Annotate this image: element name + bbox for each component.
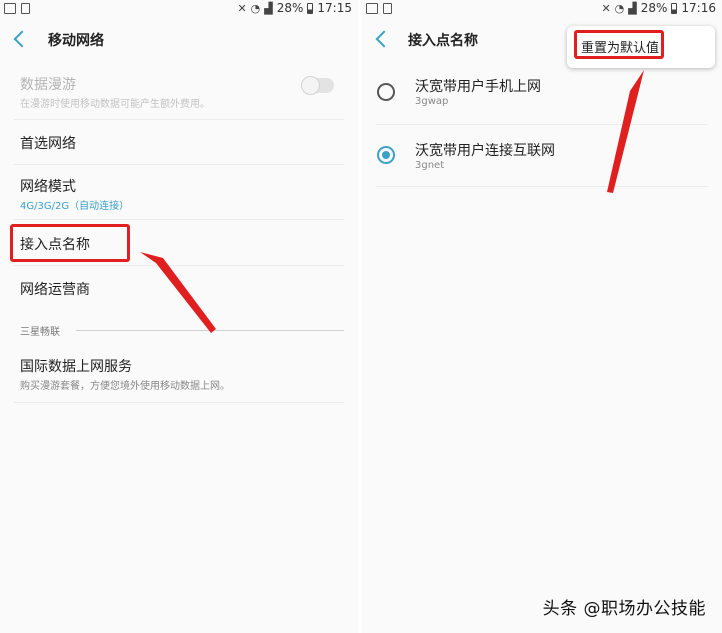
left-phone-screen: ✕ ◔ ▟ 28% 17:15 移动网络 数据漫游 在漫游时使用移动数据可能产生… <box>0 0 358 633</box>
watermark: 头条 @职场办公技能 <box>542 599 706 619</box>
right-phone-screen: ✕ ◔ ▟ 28% 17:16 接入点名称 沃宽带用户手机上网 3gwap 沃宽… <box>362 0 722 633</box>
annotation-arrow <box>607 70 644 193</box>
annotation-arrow <box>140 252 216 333</box>
